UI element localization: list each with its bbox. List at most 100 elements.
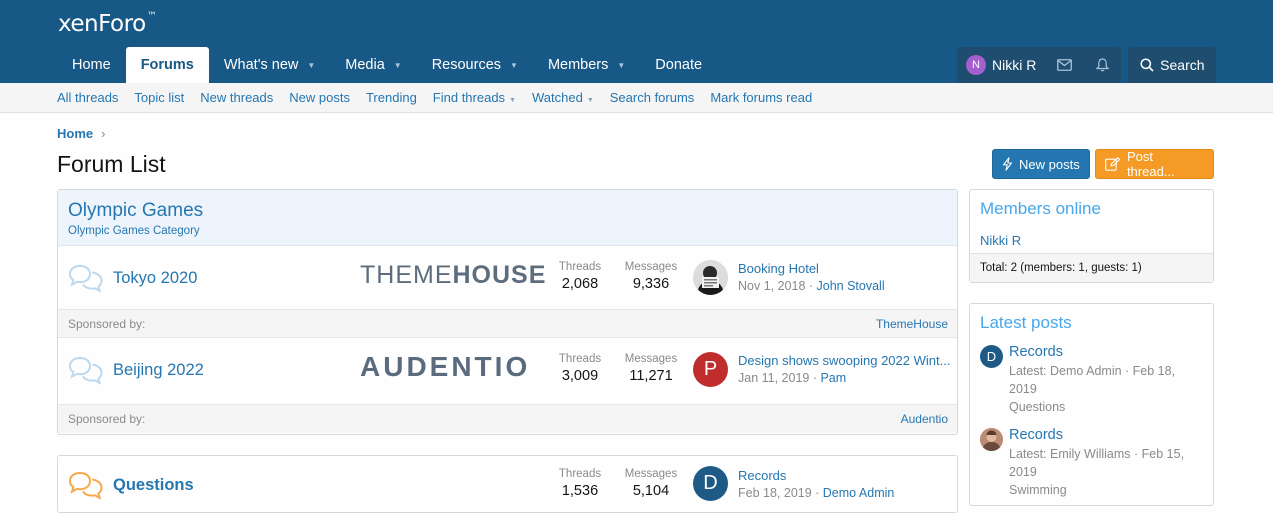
threads-stat: Threads 3,009 (554, 353, 606, 384)
messages-count: 11,271 (629, 368, 673, 384)
last-post-meta: Feb 18, 2019 · Demo Admin (738, 486, 894, 500)
site-logo[interactable]: xenForo™ (58, 11, 157, 37)
messages-label: Messages (624, 261, 678, 273)
latest-post-meta: Latest: Emily Williams · Feb 15, 2019 (1009, 445, 1209, 481)
forum-title[interactable]: Tokyo 2020 (113, 269, 197, 288)
themehouse-logo[interactable]: THEMEHOUSE (360, 261, 546, 290)
chevron-down-icon[interactable]: ▼ (510, 61, 518, 70)
post-thread-label: Post thread... (1126, 149, 1175, 179)
last-post-user[interactable]: John Stovall (817, 279, 885, 293)
logo-text-light: THEME (360, 261, 453, 289)
nav-media[interactable]: Media ▼ (330, 47, 416, 83)
category-title[interactable]: Olympic Games (68, 200, 947, 222)
last-post-user[interactable]: Demo Admin (823, 486, 895, 500)
subnav-find-threads[interactable]: Find threads ▼ (425, 90, 524, 105)
nav-home[interactable]: Home (57, 47, 126, 83)
avatar[interactable] (980, 428, 1003, 451)
forum-title[interactable]: Beijing 2022 (113, 361, 204, 380)
avatar[interactable]: D (693, 466, 728, 501)
latest-post-forum[interactable]: Swimming (1009, 481, 1209, 499)
subnav-label: Find threads (432, 90, 506, 105)
threads-label: Threads (558, 261, 602, 273)
subnav-trending[interactable]: Trending (358, 90, 425, 105)
subnav-search-forums[interactable]: Search forums (602, 90, 703, 105)
audentio-logo[interactable]: AUDENTIO (360, 351, 530, 383)
latest-posts-title[interactable]: Latest posts (970, 304, 1213, 333)
messages-count: 9,336 (632, 276, 670, 292)
last-post-date: Nov 1, 2018 · (738, 279, 817, 293)
subnav-mark-forums-read[interactable]: Mark forums read (702, 90, 820, 105)
sub-nav: All threads Topic list New threads New p… (0, 83, 1273, 113)
messages-stat: Messages 9,336 (624, 261, 678, 292)
category-description: Olympic Games Category (68, 225, 200, 237)
online-user[interactable]: Nikki R (970, 219, 1213, 248)
last-post-title[interactable]: Design shows swooping 2022 Wint... (738, 353, 950, 368)
last-post-title[interactable]: Records (738, 468, 786, 483)
messages-count: 5,104 (632, 483, 670, 499)
latest-post-forum[interactable]: Questions (1009, 398, 1209, 416)
threads-count: 1,536 (561, 483, 599, 499)
avatar[interactable]: P (693, 352, 728, 387)
logo-text-bold: HOUSE (452, 261, 547, 289)
breadcrumb: Home › (57, 126, 105, 141)
nav-resources[interactable]: Resources ▼ (417, 47, 533, 83)
threads-stat: Threads 1,536 (554, 468, 606, 499)
meta-line: Latest: Demo Admin · Feb 18, (1009, 364, 1176, 378)
avatar[interactable]: D (980, 345, 1003, 368)
chevron-right-icon: › (101, 126, 106, 141)
chevron-down-icon[interactable]: ▼ (509, 97, 516, 104)
envelope-icon (1056, 59, 1072, 71)
forum-node-tokyo: Tokyo 2020 THEMEHOUSE Threads 2,068 Mess… (58, 246, 957, 310)
chevron-down-icon[interactable]: ▼ (587, 97, 594, 104)
sponsor-link[interactable]: ThemeHouse (876, 317, 948, 331)
new-posts-button[interactable]: New posts (992, 149, 1090, 179)
subnav-label: Watched (532, 90, 583, 105)
subnav-watched[interactable]: Watched ▼ (524, 90, 602, 105)
chevron-down-icon[interactable]: ▼ (394, 61, 402, 70)
bell-icon (1095, 58, 1109, 72)
nav-forums[interactable]: Forums (125, 47, 209, 83)
inbox-button[interactable] (1045, 47, 1083, 83)
forum-node-questions: Questions Threads 1,536 Messages 5,104 D… (58, 456, 957, 512)
chevron-down-icon[interactable]: ▼ (617, 61, 625, 70)
latest-post-body: Records Latest: Demo Admin · Feb 18, 2019… (1009, 344, 1209, 416)
forum-title[interactable]: Questions (113, 476, 194, 495)
latest-post-title[interactable]: Records (1009, 344, 1063, 360)
last-post-user[interactable]: Pam (820, 371, 846, 385)
last-post-meta: Jan 11, 2019 · Pam (738, 371, 846, 385)
last-post-date: Jan 11, 2019 · (738, 371, 821, 385)
sponsor-link[interactable]: Audentio (901, 412, 948, 426)
nav-whats-new[interactable]: What's new ▼ (209, 47, 330, 83)
nav-label: Home (72, 57, 111, 73)
account-button[interactable]: N Nikki R (957, 47, 1045, 83)
nav-donate[interactable]: Donate (640, 47, 717, 83)
messages-label: Messages (624, 353, 678, 365)
breadcrumb-home[interactable]: Home (57, 126, 93, 141)
subnav-all-threads[interactable]: All threads (49, 90, 126, 105)
latest-post-title[interactable]: Records (1009, 427, 1063, 443)
subnav-topic-list[interactable]: Topic list (126, 90, 192, 105)
last-post-meta: Nov 1, 2018 · John Stovall (738, 279, 885, 293)
new-posts-label: New posts (1019, 156, 1080, 172)
user-box: N Nikki R (957, 47, 1122, 83)
messages-label: Messages (624, 468, 678, 480)
chevron-down-icon[interactable]: ▼ (307, 61, 315, 70)
nav-members[interactable]: Members ▼ (533, 47, 640, 83)
avatar[interactable] (693, 260, 728, 295)
sponsor-row: Sponsored by: Audentio (58, 405, 957, 433)
avatar: N (966, 55, 986, 75)
subnav-new-posts[interactable]: New posts (281, 90, 358, 105)
online-totals: Total: 2 (members: 1, guests: 1) (970, 253, 1213, 282)
subnav-new-threads[interactable]: New threads (192, 90, 281, 105)
post-thread-button[interactable]: Post thread... (1095, 149, 1214, 179)
search-button[interactable]: Search (1128, 47, 1217, 83)
last-post-title[interactable]: Booking Hotel (738, 261, 819, 276)
members-online-widget: Members online Nikki R Total: 2 (members… (969, 189, 1214, 283)
forum-block: Questions Threads 1,536 Messages 5,104 D… (57, 455, 958, 513)
members-online-title[interactable]: Members online (970, 190, 1213, 219)
last-post-date: Feb 18, 2019 · (738, 486, 823, 500)
edit-icon (1105, 157, 1121, 171)
bolt-icon (1002, 157, 1013, 171)
user-area: N Nikki R Search (957, 47, 1217, 83)
alerts-button[interactable] (1083, 47, 1121, 83)
